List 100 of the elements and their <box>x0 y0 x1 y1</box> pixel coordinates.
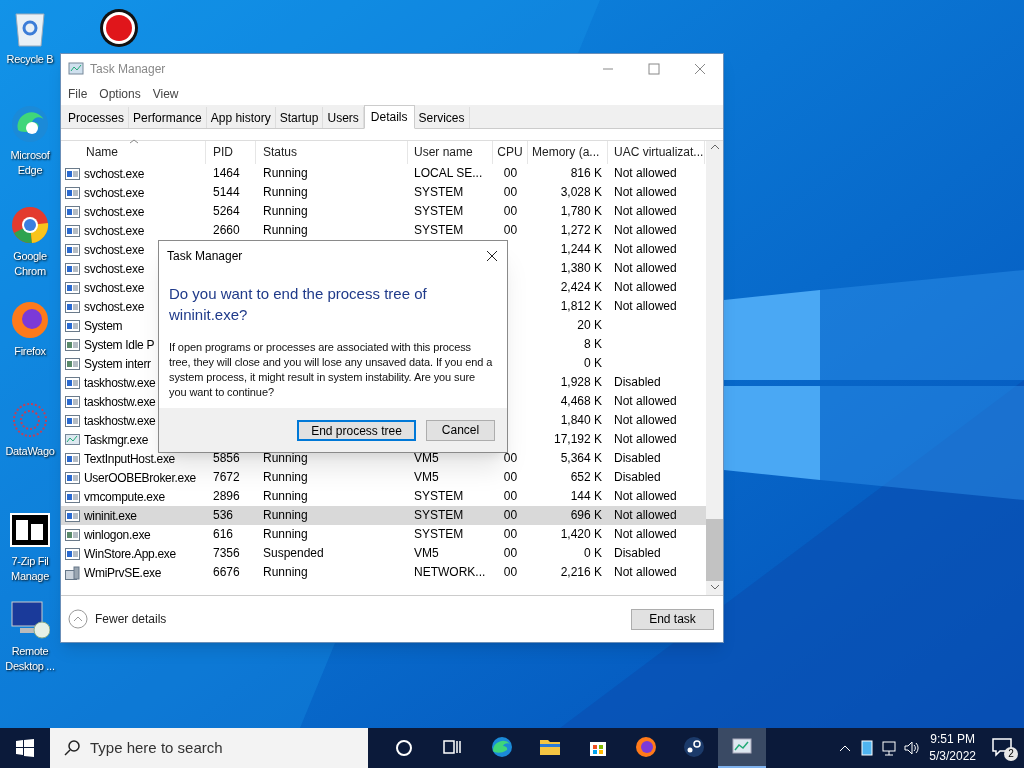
process-name: taskhostw.exe <box>84 412 156 430</box>
table-cell: 00 <box>503 451 518 465</box>
table-cell: 00 <box>503 527 518 541</box>
process-name: svchost.exe <box>84 222 145 240</box>
table-cell: Running <box>263 166 308 180</box>
table-cell: 1,272 K <box>560 223 602 237</box>
process-name: UserOOBEBroker.exe <box>84 469 196 487</box>
table-cell: Not allowed <box>614 489 677 503</box>
process-name: TextInputHost.exe <box>84 450 175 468</box>
table-cell: VM5 <box>414 451 439 465</box>
process-name: svchost.exe <box>84 184 145 202</box>
table-cell: 00 <box>503 508 518 522</box>
table-cell: 616 <box>213 527 234 541</box>
table-cell: Disabled <box>614 451 661 465</box>
process-name: System Idle P <box>84 336 155 354</box>
table-cell: 1,420 K <box>560 527 602 541</box>
table-cell: VM5 <box>414 470 439 484</box>
table-cell: Not allowed <box>614 242 677 256</box>
table-cell: 00 <box>503 565 518 579</box>
table-cell: SYSTEM <box>414 508 464 522</box>
table-cell: Not allowed <box>614 185 677 199</box>
table-cell: Running <box>263 451 308 465</box>
table-cell: Running <box>263 489 308 503</box>
notification-count: 2 <box>1004 747 1018 761</box>
table-cell: NETWORK... <box>414 565 486 579</box>
table-cell: 1,380 K <box>560 261 602 275</box>
table-cell: 5264 <box>213 204 240 218</box>
table-cell: Running <box>263 527 308 541</box>
process-name: svchost.exe <box>84 279 145 297</box>
table-cell: Not allowed <box>614 204 677 218</box>
table-cell: Not allowed <box>614 527 677 541</box>
table-cell: Not allowed <box>614 413 677 427</box>
dialog-title: Task Manager <box>167 248 243 265</box>
process-name: winlogon.exe <box>84 526 151 544</box>
table-cell: Running <box>263 565 308 579</box>
table-cell: 8 K <box>584 337 602 351</box>
table-cell: 1,244 K <box>560 242 602 256</box>
table-cell: Disabled <box>614 546 661 560</box>
table-cell: SYSTEM <box>414 204 464 218</box>
table-cell: SYSTEM <box>414 527 464 541</box>
dialog-message: If open programs or processes are associated with this process tree, they will close and you will lose any unsaved data. If you end a system process, it might result in system instability. Are you sure you want to continue? <box>168 340 494 400</box>
table-cell: Running <box>263 508 308 522</box>
table-cell: LOCAL SE... <box>414 166 483 180</box>
table-cell: Not allowed <box>614 299 677 313</box>
table-cell: 0 K <box>584 356 602 370</box>
process-name: svchost.exe <box>84 260 145 278</box>
table-cell: 00 <box>503 546 518 560</box>
table-cell: Suspended <box>263 546 324 560</box>
table-cell: SYSTEM <box>414 489 464 503</box>
table-cell: Disabled <box>614 470 661 484</box>
table-cell: Not allowed <box>614 280 677 294</box>
table-cell: SYSTEM <box>414 223 464 237</box>
table-cell: 00 <box>503 166 518 180</box>
table-cell: Running <box>263 204 308 218</box>
table-cell: 7672 <box>213 470 240 484</box>
table-cell: 2,424 K <box>560 280 602 294</box>
table-cell: 5144 <box>213 185 240 199</box>
table-cell: Disabled <box>614 375 661 389</box>
table-cell: 0 K <box>584 546 602 560</box>
table-cell: Not allowed <box>614 166 677 180</box>
table-cell: Not allowed <box>614 223 677 237</box>
table-cell: 144 K <box>570 489 602 503</box>
window-title: Task Manager <box>90 60 166 78</box>
dialog-heading: Do you want to end the process tree of wininit.exe? <box>168 284 428 325</box>
table-cell: Not allowed <box>614 565 677 579</box>
process-name: taskhostw.exe <box>84 374 156 392</box>
table-cell: 1,780 K <box>560 204 602 218</box>
table-cell: 3,028 K <box>560 185 602 199</box>
table-cell: SYSTEM <box>414 185 464 199</box>
table-cell: 20 K <box>577 318 602 332</box>
table-cell: Not allowed <box>614 394 677 408</box>
table-cell: Running <box>263 185 308 199</box>
process-name: wininit.exe <box>84 507 137 525</box>
table-cell: 2,216 K <box>560 565 602 579</box>
table-cell: 1,840 K <box>560 413 602 427</box>
table-cell: 1,928 K <box>560 375 602 389</box>
table-cell: 17,192 K <box>553 432 602 446</box>
table-cell: 7356 <box>213 546 240 560</box>
table-cell: 5,364 K <box>560 451 602 465</box>
table-cell: 816 K <box>570 166 602 180</box>
table-cell: Running <box>263 470 308 484</box>
table-cell: Not allowed <box>614 432 677 446</box>
process-name: svchost.exe <box>84 203 145 221</box>
table-cell: 1464 <box>213 166 240 180</box>
table-cell: 00 <box>503 204 518 218</box>
process-name: svchost.exe <box>84 241 145 259</box>
table-cell: 2660 <box>213 223 240 237</box>
process-name: WmiPrvSE.exe <box>84 564 162 582</box>
table-cell: Not allowed <box>614 508 677 522</box>
table-cell: VM5 <box>414 546 439 560</box>
process-name: taskhostw.exe <box>84 393 156 411</box>
table-cell: 5856 <box>213 451 240 465</box>
table-cell: 2896 <box>213 489 240 503</box>
process-name: svchost.exe <box>84 298 145 316</box>
table-cell: 652 K <box>570 470 602 484</box>
process-name: System interr <box>84 355 151 373</box>
table-cell: 00 <box>503 223 518 237</box>
process-name: vmcompute.exe <box>84 488 165 506</box>
table-cell: 00 <box>503 489 518 503</box>
process-name: WinStore.App.exe <box>84 545 176 563</box>
